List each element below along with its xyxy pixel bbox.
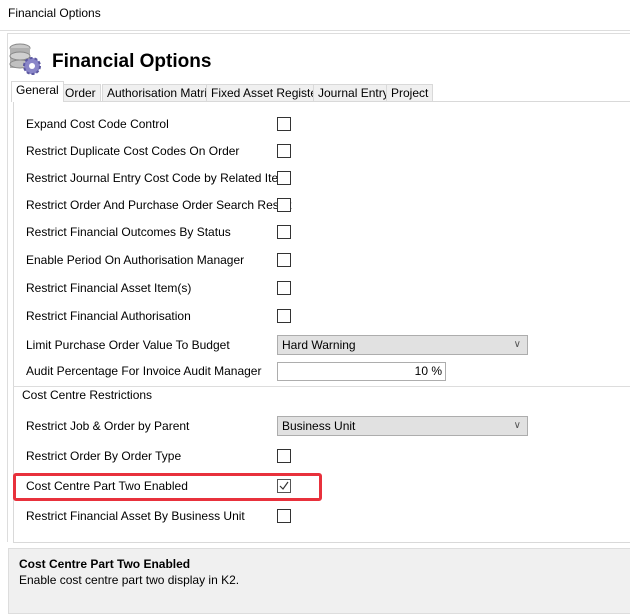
restrict-duplicate-cost-codes-checkbox[interactable] [277,144,291,158]
option-label: Restrict Financial Outcomes By Status [26,225,231,239]
chevron-down-icon: ∨ [513,420,521,431]
tab-general[interactable]: General [11,81,64,102]
group-label: Cost Centre Restrictions [22,388,153,402]
restrict-financial-authorisation-checkbox[interactable] [277,309,291,323]
option-label: Cost Centre Part Two Enabled [26,479,188,493]
help-panel: Cost Centre Part Two Enabled Enable cost… [8,548,630,614]
option-label: Restrict Journal Entry Cost Code by Rela… [26,171,289,185]
restrict-job-label: Restrict Job & Order by Parent [26,419,190,433]
coins-gear-icon [9,43,41,75]
tab-order[interactable]: Order [60,84,101,102]
tab-authorisation-matrix[interactable]: Authorisation Matrix [102,84,219,102]
restrict-financial-asset-item-checkbox[interactable] [277,281,291,295]
option-label: Restrict Order And Purchase Order Search… [26,198,292,212]
restrict-financial-outcomes-checkbox[interactable] [277,225,291,239]
limit-po-label: Limit Purchase Order Value To Budget [26,338,230,352]
option-label: Restrict Financial Authorisation [26,309,191,323]
restrict-job-dropdown[interactable]: Business Unit ∨ [277,416,528,436]
page-title: Financial Options [52,51,212,72]
option-label: Expand Cost Code Control [26,117,169,131]
window-title: Financial Options [8,6,101,20]
expand-cost-code-checkbox[interactable] [277,117,291,131]
enable-period-checkbox[interactable] [277,253,291,267]
group-divider [13,386,630,387]
help-title: Cost Centre Part Two Enabled [19,557,191,571]
checkmark-icon [279,481,289,490]
audit-pct-label: Audit Percentage For Invoice Audit Manag… [26,364,262,378]
audit-percentage-input[interactable]: 10 % [277,362,446,381]
option-label: Restrict Financial Asset Item(s) [26,281,192,295]
limit-po-dropdown[interactable]: Hard Warning ∨ [277,335,528,355]
option-label: Restrict Order By Order Type [26,449,182,463]
tab-project[interactable]: Project [386,84,434,102]
audit-percentage-value: 10 % [414,364,442,378]
restrict-job-value: Business Unit [282,419,356,433]
tab-fixed-asset-register[interactable]: Fixed Asset Register [206,84,327,102]
help-description: Enable cost centre part two display in K… [19,573,240,587]
option-label: Restrict Financial Asset By Business Uni… [26,509,245,523]
restrict-journal-entry-checkbox[interactable] [277,171,291,185]
option-label: Enable Period On Authorisation Manager [26,253,245,267]
tab-journal-entry[interactable]: Journal Entry [313,84,394,102]
cost-centre-part-two-checkbox[interactable] [277,479,291,493]
restrict-order-by-type-checkbox[interactable] [277,449,291,463]
chevron-down-icon: ∨ [513,339,521,350]
option-label: Restrict Duplicate Cost Codes On Order [26,144,240,158]
restrict-asset-by-bu-checkbox[interactable] [277,509,291,523]
restrict-order-search-checkbox[interactable] [277,198,291,212]
title-bar: Financial Options [0,0,630,31]
limit-po-value: Hard Warning [282,338,356,352]
